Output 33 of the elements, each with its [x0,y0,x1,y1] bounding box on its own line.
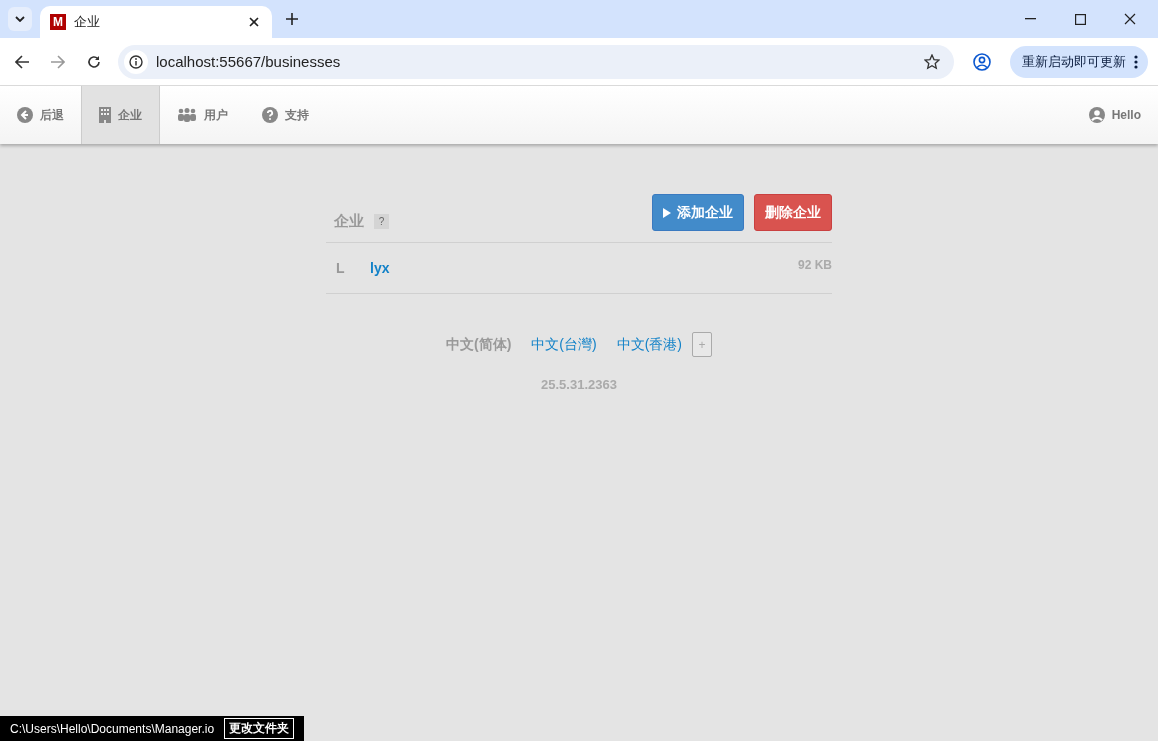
url-text: localhost:55667/businesses [156,53,342,70]
caret-icon [15,16,25,22]
building-icon [99,107,111,123]
play-icon [663,207,671,218]
address-bar[interactable]: localhost:55667/businesses [118,44,954,79]
business-initial: L [336,260,346,276]
nav-item[interactable]: 用户 [160,86,245,144]
add-business-button[interactable]: 添加企业 [652,194,744,231]
nav-item[interactable]: 企业 [81,86,160,144]
delete-business-button[interactable]: 删除企业 [754,194,832,231]
folder-path: C:\Users\Hello\Documents\Manager.io [10,721,215,736]
help-badge[interactable]: ? [374,214,389,229]
nav-item[interactable]: 后退 [0,86,81,144]
business-link[interactable]: lyx [370,260,798,276]
browser-tab[interactable]: M 企业 [40,6,272,38]
language-link[interactable]: 中文(台灣) [531,335,597,354]
section-title: 企业 [334,212,364,231]
info-icon[interactable] [124,49,148,74]
change-folder-button[interactable]: 更改文件夹 [224,718,295,739]
more-icon [1134,54,1138,69]
tab-title: 企业 [74,13,101,31]
help-icon [262,107,278,123]
update-button[interactable]: 重新启动即可更新 [1010,45,1148,78]
language-link[interactable]: 中文(香港) [616,335,682,354]
user-icon [1088,107,1105,123]
language-link[interactable]: 中文(简体) [446,335,512,354]
tab-search-button[interactable] [8,7,32,31]
version-text: 25.5.31.2363 [540,377,618,392]
favicon: M [50,14,66,30]
user-menu[interactable]: Hello [1071,86,1158,144]
business-size: 92 KB [798,258,832,272]
users-icon [177,108,197,122]
nav-item[interactable]: 支持 [245,86,326,144]
